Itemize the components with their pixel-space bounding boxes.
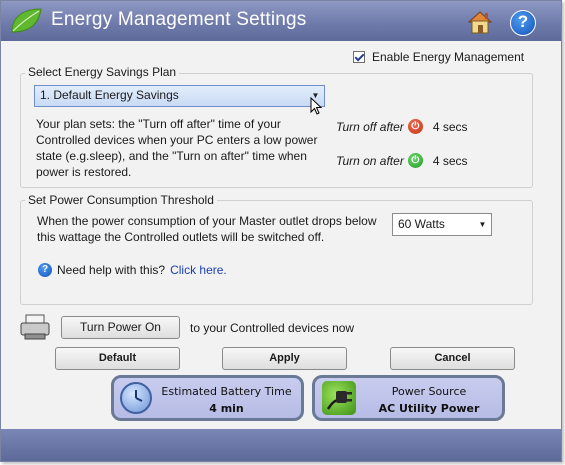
turn-power-on-button[interactable]: Turn Power On [61, 316, 180, 339]
battery-value: 4 min [209, 402, 244, 415]
footer-bar [1, 429, 561, 461]
enable-label: Enable Energy Management [372, 50, 525, 64]
turn-off-label: Turn off after [336, 119, 404, 134]
watts-select-value: 60 Watts [398, 217, 445, 231]
source-caption: Power Source [391, 385, 467, 398]
cancel-button[interactable]: Cancel [390, 347, 515, 370]
home-icon[interactable] [467, 10, 493, 34]
battery-caption: Estimated Battery Time [161, 385, 292, 398]
window-title: Energy Management Settings [51, 9, 307, 30]
leaf-icon [11, 8, 42, 33]
help-icon[interactable]: ? [510, 10, 536, 36]
power-source-panel: Power Source AC Utility Power [312, 375, 505, 421]
turn-off-value: 4 secs [432, 119, 468, 134]
threshold-description: When the power consumption of your Maste… [37, 214, 377, 244]
help-link[interactable]: Click here. [170, 263, 227, 277]
title-bar: Energy Management Settings ? [1, 1, 561, 41]
turn-power-on-suffix: to your Controlled devices now [190, 321, 355, 335]
turn-on-label: Turn on after [336, 153, 404, 168]
plan-select[interactable]: 1. Default Energy Savings ▼ [34, 85, 325, 107]
threshold-legend: Set Power Consumption Threshold [25, 193, 217, 207]
plug-icon [322, 381, 356, 415]
power-off-icon: ⏻ [407, 119, 423, 134]
apply-button[interactable]: Apply [222, 347, 347, 370]
plan-select-value: 1. Default Energy Savings [40, 88, 179, 102]
help-small-icon: ? [38, 263, 52, 277]
enable-energy-management[interactable]: Enable Energy Management [353, 50, 524, 64]
power-strip-icon [20, 314, 50, 340]
energy-settings-window: Energy Management Settings ? Enable Ener… [0, 0, 562, 462]
power-on-icon: ⏻ [407, 153, 423, 168]
watts-select[interactable]: 60 Watts ▼ [392, 213, 492, 236]
turn-on-row: Turn on after ⏻ 4 secs [336, 153, 468, 168]
turn-on-value: 4 secs [432, 153, 468, 168]
help-text: Need help with this? [57, 263, 166, 277]
chevron-down-icon: ▼ [478, 220, 487, 229]
plan-legend: Select Energy Savings Plan [25, 65, 180, 79]
turn-off-row: Turn off after ⏻ 4 secs [336, 119, 468, 134]
threshold-help: ? Need help with this? Click here. [38, 263, 227, 277]
plan-description: Your plan sets: the "Turn off after" tim… [36, 117, 318, 179]
enable-checkbox[interactable] [353, 51, 365, 63]
battery-time-panel: Estimated Battery Time 4 min [111, 375, 304, 421]
source-value: AC Utility Power [378, 402, 480, 415]
mouse-cursor-icon [310, 97, 322, 115]
clock-icon [120, 382, 152, 414]
default-button[interactable]: Default [55, 347, 180, 370]
